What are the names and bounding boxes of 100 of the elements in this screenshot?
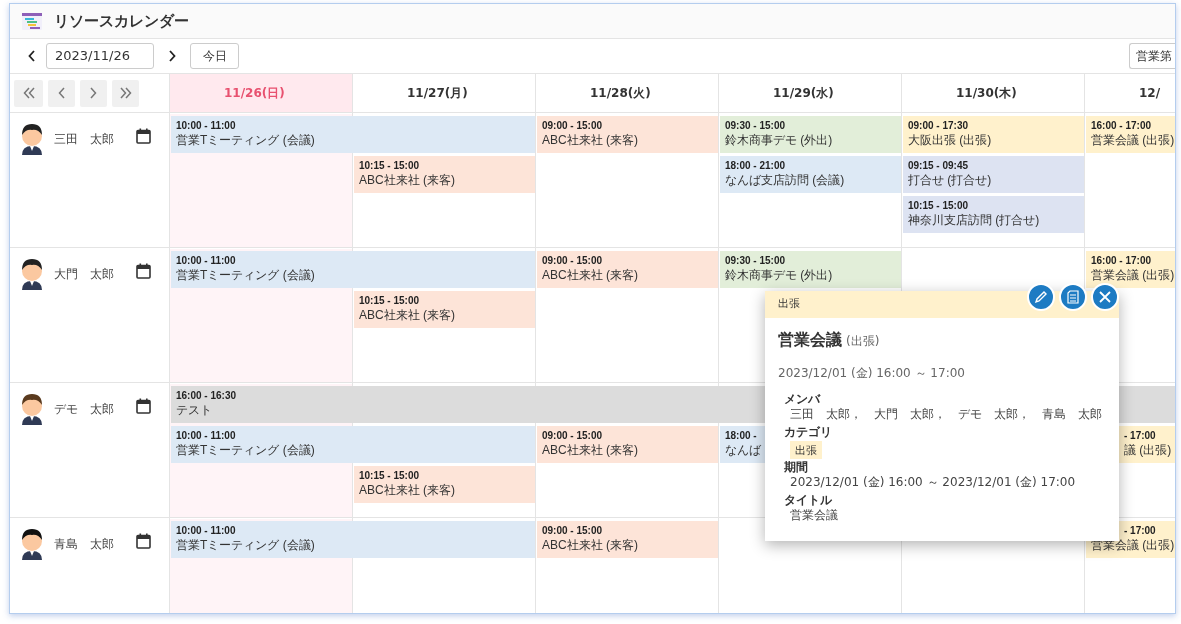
event-time: 09:00 - 15:00 [542, 524, 603, 537]
event-title: ABC社来社 (来客) [359, 172, 455, 189]
event-block[interactable]: 09:00 - 15:00 ABC社来社 (来客) [537, 426, 718, 463]
chevron-left-icon [28, 50, 36, 62]
person-name: 青島 太郎 [54, 536, 115, 553]
event-block[interactable]: 10:15 - 15:00 ABC社来社 (来客) [354, 156, 535, 193]
event-time: 09:00 - 15:00 [542, 429, 603, 442]
event-block[interactable]: 16:00 - 17:00 営業会議 (出張) [1086, 116, 1175, 153]
event-block[interactable]: 09:00 - 15:00 ABC社来社 (来客) [537, 116, 718, 153]
event-time: 10:00 - 11:00 [176, 254, 236, 267]
event-title: ABC社来社 (来客) [359, 307, 455, 324]
group-select[interactable]: 営業第 [1129, 43, 1175, 69]
chevron-left-icon [58, 87, 65, 99]
event-datetime: 2023/12/01 (金) 16:00 ～ 17:00 [777, 365, 966, 382]
event-block[interactable]: 09:00 - 15:00 ABC社来社 (来客) [537, 251, 718, 288]
event-title: 営業会議 (出張) [1091, 132, 1175, 149]
event-time: 10:15 - 15:00 [359, 159, 420, 172]
event-time: 16:00 - 17:00 [1091, 254, 1152, 267]
today-button[interactable]: 今日 [190, 43, 239, 69]
field-value: 2023/12/01 (金) 16:00 ～ 2023/12/01 (金) 17:00 [789, 475, 1076, 491]
day-header: 11/26(日) [224, 85, 286, 102]
copy-button[interactable] [1059, 283, 1087, 311]
event-title: 打合せ (打合せ) [908, 172, 992, 189]
event-title: 営業Tミーティング (会議) [176, 537, 315, 554]
event-title: 鈴木商事デモ (外出) [725, 267, 833, 284]
next-page-button[interactable] [80, 79, 107, 107]
calendar-icon[interactable] [136, 128, 151, 144]
event-time: 18:00 - [725, 429, 757, 442]
event-time: 09:30 - 15:00 [725, 254, 786, 267]
event-time: - 17:00 [1123, 429, 1156, 442]
calendar-icon[interactable] [136, 398, 151, 414]
event-time: 10:00 - 11:00 [176, 429, 236, 442]
event-time: 10:00 - 11:00 [176, 119, 236, 132]
event-time: 16:00 - 16:30 [176, 389, 237, 402]
event-time: 09:00 - 17:30 [908, 119, 969, 132]
event-title: 営業会議 [778, 329, 842, 351]
event-title: 営業Tミーティング (会議) [176, 267, 315, 284]
chevron-right-icon [168, 50, 176, 62]
event-title: なんば支店訪問 (会議) [725, 172, 845, 189]
category-tag: 出張 [790, 441, 822, 459]
event-block[interactable]: 10:15 - 15:00 神奈川支店訪問 (打合せ) [903, 196, 1084, 233]
event-time: 09:00 - 15:00 [542, 254, 603, 267]
day-header: 11/30(木) [956, 85, 1018, 102]
event-title: ABC社来社 (来客) [542, 442, 638, 459]
person-name: 大門 太郎 [54, 266, 115, 283]
field-label: 期間 [784, 460, 808, 475]
event-title: ABC社来社 (来客) [542, 267, 638, 284]
previous-page-button[interactable] [48, 79, 75, 107]
event-block[interactable]: 10:00 - 11:00 営業Tミーティング (会議) [171, 251, 535, 288]
calendar-app-icon [22, 12, 42, 30]
window-title: リソースカレンダー [54, 10, 189, 32]
field-value: 三田 太郎， 大門 太郎， デモ 太郎， 青島 太郎 [789, 407, 1102, 423]
field-label: メンバ [784, 392, 820, 407]
event-block[interactable]: 10:15 - 15:00 ABC社来社 (来客) [354, 291, 535, 328]
event-block[interactable]: 16:00 - 17:00 営業会議 (出張) [1086, 251, 1175, 288]
event-time: 10:15 - 15:00 [908, 199, 969, 212]
event-time: 10:15 - 15:00 [359, 294, 420, 307]
event-block[interactable]: 09:30 - 15:00 鈴木商事デモ (外出) [720, 116, 901, 153]
last-page-button[interactable] [112, 79, 139, 107]
event-block[interactable]: 09:00 - 15:00 ABC社来社 (来客) [537, 521, 718, 558]
date-field[interactable]: 2023/11/26 [46, 43, 154, 69]
event-block[interactable]: 10:00 - 11:00 営業Tミーティング (会議) [171, 521, 535, 558]
event-title: 大阪出張 (出張) [908, 132, 992, 149]
document-icon [1067, 290, 1079, 304]
day-header: 12/ [1139, 85, 1162, 102]
event-title: 営業Tミーティング (会議) [176, 442, 315, 459]
double-chevron-right-icon [119, 87, 132, 99]
event-block[interactable]: 09:15 - 09:45 打合せ (打合せ) [903, 156, 1084, 193]
event-time: 16:00 - 17:00 [1091, 119, 1152, 132]
edit-button[interactable] [1027, 283, 1055, 311]
event-time: 09:00 - 15:00 [542, 119, 603, 132]
event-time: 10:00 - 11:00 [176, 524, 236, 537]
event-title: 議 (出張) [1123, 442, 1172, 459]
chevron-right-icon [90, 87, 97, 99]
day-header: 11/28(火) [590, 85, 652, 102]
event-title: ABC社来社 (来客) [542, 537, 638, 554]
event-block[interactable]: 10:15 - 15:00 ABC社来社 (来客) [354, 466, 535, 503]
event-block[interactable]: 18:00 - 21:00 なんば支店訪問 (会議) [720, 156, 901, 193]
event-title: 神奈川支店訪問 (打合せ) [908, 212, 1040, 229]
field-label: タイトル [784, 493, 832, 508]
event-title: 営業会議 (出張) [1091, 267, 1175, 284]
day-header: 11/29(水) [773, 85, 835, 102]
event-time: 09:30 - 15:00 [725, 119, 786, 132]
event-title: テスト [176, 402, 212, 419]
person-name: 三田 太郎 [54, 131, 115, 148]
event-title: 営業Tミーティング (会議) [176, 132, 315, 149]
event-category-note: (出張) [846, 333, 880, 350]
event-block[interactable]: 10:00 - 11:00 営業Tミーティング (会議) [171, 116, 535, 153]
event-time: 09:15 - 09:45 [908, 159, 969, 172]
pencil-icon [1034, 290, 1048, 304]
event-time: 18:00 - 21:00 [725, 159, 786, 172]
calendar-icon[interactable] [136, 263, 151, 279]
event-block[interactable]: 10:00 - 11:00 営業Tミーティング (会議) [171, 426, 535, 463]
event-block[interactable]: 09:30 - 15:00 鈴木商事デモ (外出) [720, 251, 901, 288]
event-title: ABC社来社 (来客) [359, 482, 455, 499]
close-icon [1099, 291, 1111, 303]
first-page-button[interactable] [14, 79, 43, 107]
event-block[interactable]: 09:00 - 17:30 大阪出張 (出張) [903, 116, 1084, 153]
day-header: 11/27(月) [407, 85, 469, 102]
calendar-icon[interactable] [136, 533, 151, 549]
